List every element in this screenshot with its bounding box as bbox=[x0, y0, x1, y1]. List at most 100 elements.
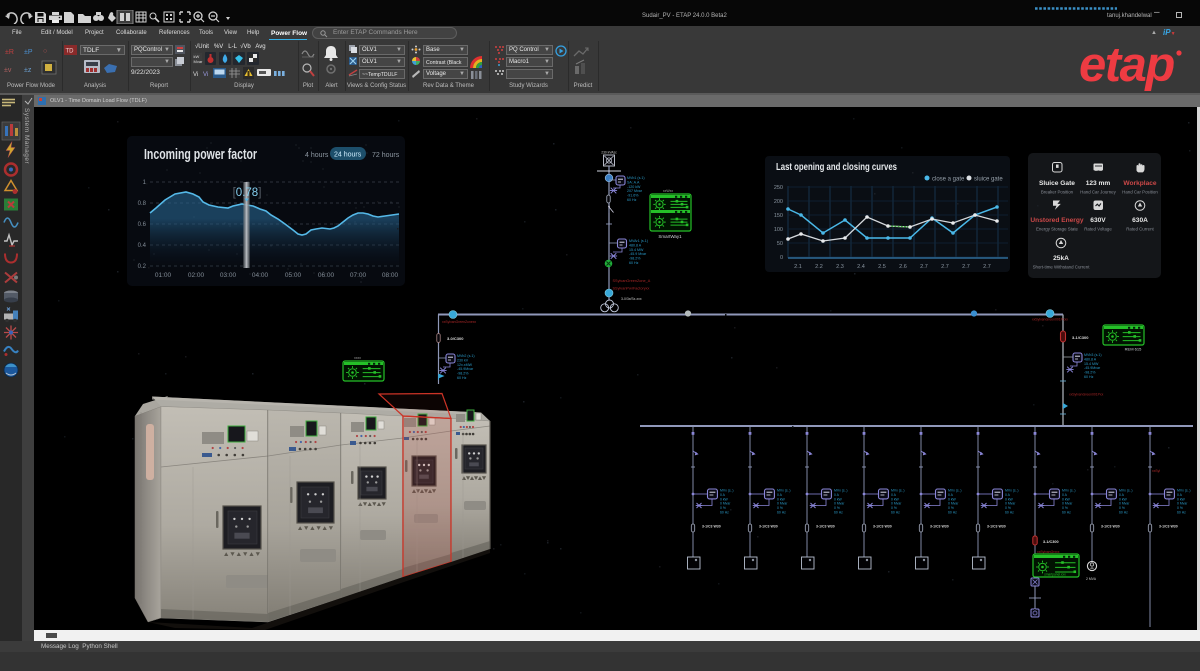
svg-text:0 A: 0 A bbox=[1177, 493, 1183, 497]
svg-text:2.7: 2.7 bbox=[983, 264, 991, 270]
svg-text:0.2: 0.2 bbox=[138, 264, 147, 270]
svg-text:3-1/C3 W30: 3-1/C3 W30 bbox=[873, 525, 892, 529]
svg-text:0 A: 0 A bbox=[720, 493, 726, 497]
svg-text:12x.xMW: 12x.xMW bbox=[457, 363, 473, 367]
svg-text:05:00: 05:00 bbox=[285, 272, 302, 279]
svg-text:0 A: 0 A bbox=[1005, 493, 1011, 497]
svg-text:-120 kW: -120 kW bbox=[627, 185, 641, 189]
svg-text:0 Mvar: 0 Mvar bbox=[777, 502, 788, 506]
svg-text:60 Hz: 60 Hz bbox=[1005, 511, 1014, 515]
svg-text:SmartWay1: SmartWay1 bbox=[658, 234, 682, 239]
svg-text:Rated Voltage: Rated Voltage bbox=[1084, 227, 1112, 232]
svg-text:sluice gate: sluice gate bbox=[974, 177, 1003, 183]
svg-text:Unstored Energy: Unstored Energy bbox=[1030, 217, 1083, 224]
svg-text:MVx (s..): MVx (s..) bbox=[891, 489, 905, 493]
svg-text:0 A: 0 A bbox=[1062, 493, 1068, 497]
svg-text:0 A: 0 A bbox=[1119, 493, 1125, 497]
svg-text:0 kW: 0 kW bbox=[1062, 497, 1071, 501]
svg-text:60 Hz: 60 Hz bbox=[834, 511, 843, 515]
svg-text:3-1/C3 W30: 3-1/C3 W30 bbox=[1101, 525, 1120, 529]
svg-text:24 hours: 24 hours bbox=[334, 152, 362, 159]
svg-text:250: 250 bbox=[774, 185, 783, 191]
svg-text:MVx (s..): MVx (s..) bbox=[777, 489, 791, 493]
svg-text:0 %: 0 % bbox=[1062, 506, 1068, 510]
svg-text:MVx (s..): MVx (s..) bbox=[720, 489, 734, 493]
svg-text:150: 150 bbox=[774, 213, 783, 219]
svg-text:15.4 MW: 15.4 MW bbox=[1084, 362, 1099, 366]
svg-text:xxSylvanGreen001Pxxx: xxSylvanGreen001Pxxx bbox=[1032, 318, 1068, 322]
svg-text:-45.9 Mvar: -45.9 Mvar bbox=[629, 252, 647, 256]
svg-text:0 %: 0 % bbox=[834, 506, 840, 510]
svg-text:0 A: 0 A bbox=[948, 493, 954, 497]
svg-text:480.8 A: 480.8 A bbox=[1084, 357, 1097, 361]
svg-text:Short-time Withstand Current: Short-time Withstand Current bbox=[1033, 265, 1091, 270]
svg-text:2.4: 2.4 bbox=[857, 264, 865, 270]
svg-text:03:00: 03:00 bbox=[220, 272, 237, 279]
svg-text:○: ○ bbox=[43, 48, 47, 55]
svg-text:3-1/C3 W30: 3-1/C3 W30 bbox=[816, 525, 835, 529]
svg-text:3-1/C300: 3-1/C300 bbox=[1072, 335, 1089, 340]
svg-text:MVb1 (s.1): MVb1 (s.1) bbox=[627, 176, 645, 180]
svg-text:SA: A.A: SA: A.A bbox=[627, 180, 640, 184]
svg-text:207 Mvar: 207 Mvar bbox=[627, 189, 643, 193]
svg-text:2.3: 2.3 bbox=[836, 264, 844, 270]
svg-text:08:00: 08:00 bbox=[382, 272, 399, 279]
svg-text:0 kW: 0 kW bbox=[1005, 497, 1014, 501]
svg-text:MVb2 (s.1): MVb2 (s.1) bbox=[457, 354, 475, 358]
svg-text:Mvar: Mvar bbox=[194, 59, 204, 64]
svg-text:close a gate: close a gate bbox=[932, 177, 965, 183]
svg-text:230 kVAsc: 230 kVAsc bbox=[601, 151, 617, 155]
svg-text:Last opening and closing curve: Last opening and closing curves bbox=[776, 161, 897, 173]
svg-text:2.7: 2.7 bbox=[962, 264, 970, 270]
svg-text:0 A: 0 A bbox=[777, 493, 783, 497]
svg-text:0 kW: 0 kW bbox=[1177, 497, 1186, 501]
svg-text:200: 200 bbox=[774, 199, 783, 205]
svg-text:[0.78]: [0.78] bbox=[233, 187, 262, 199]
svg-text:2.6: 2.6 bbox=[899, 264, 907, 270]
svg-text:60 Hz: 60 Hz bbox=[891, 511, 900, 515]
svg-text:-98.2%: -98.2% bbox=[457, 372, 469, 376]
svg-text:123 mm: 123 mm bbox=[1086, 180, 1111, 187]
svg-text:Hand Car Position: Hand Car Position bbox=[1122, 190, 1158, 195]
svg-text:MVAr1 (s.1): MVAr1 (s.1) bbox=[629, 239, 648, 243]
svg-text:0 %: 0 % bbox=[777, 506, 783, 510]
svg-text:60 Hz: 60 Hz bbox=[948, 511, 957, 515]
svg-text:0 A: 0 A bbox=[891, 493, 897, 497]
svg-text:25kA: 25kA bbox=[1053, 255, 1069, 262]
svg-text:-45.9Mvar: -45.9Mvar bbox=[1084, 366, 1101, 370]
svg-text:100: 100 bbox=[774, 227, 783, 233]
svg-text:60 Hz: 60 Hz bbox=[1177, 511, 1186, 515]
svg-text:60 Hz: 60 Hz bbox=[629, 261, 639, 265]
svg-text:Breaker Position: Breaker Position bbox=[1041, 190, 1074, 195]
svg-text:4 hours: 4 hours bbox=[305, 152, 329, 159]
svg-text:2.7: 2.7 bbox=[941, 264, 949, 270]
svg-text:Energy Storage State: Energy Storage State bbox=[1036, 227, 1079, 232]
svg-text:01:00: 01:00 bbox=[155, 272, 172, 279]
svg-text:60 Hz: 60 Hz bbox=[1062, 511, 1071, 515]
svg-text:0 Mvar: 0 Mvar bbox=[1005, 502, 1016, 506]
svg-text:2 MVA: 2 MVA bbox=[1086, 577, 1097, 581]
svg-text:0 kW: 0 kW bbox=[777, 497, 786, 501]
svg-text:Vi: Vi bbox=[193, 72, 198, 78]
svg-text:Workplace: Workplace bbox=[1123, 180, 1157, 187]
svg-text:3-1/C3 W30: 3-1/C3 W30 bbox=[759, 525, 778, 529]
svg-text:MVx (s..): MVx (s..) bbox=[948, 489, 962, 493]
svg-text:±R: ±R bbox=[5, 49, 14, 56]
svg-text:xxSylvanGreen001Pxx: xxSylvanGreen001Pxx bbox=[1069, 393, 1104, 397]
svg-text:Vi: Vi bbox=[203, 72, 208, 78]
svg-text:0 %: 0 % bbox=[1005, 506, 1011, 510]
svg-text:630A: 630A bbox=[1132, 217, 1148, 224]
svg-text:±P: ±P bbox=[24, 49, 33, 56]
svg-text:±v: ±v bbox=[4, 67, 12, 74]
svg-text:0 kW: 0 kW bbox=[1119, 497, 1128, 501]
svg-text:0.4: 0.4 bbox=[138, 243, 147, 249]
svg-text:0 kW: 0 kW bbox=[948, 497, 957, 501]
svg-text:60 Hz: 60 Hz bbox=[627, 198, 637, 202]
svg-text:0 Mvar: 0 Mvar bbox=[834, 502, 845, 506]
svg-text:0 Mvar: 0 Mvar bbox=[720, 502, 731, 506]
svg-text:-98.2%: -98.2% bbox=[1084, 371, 1096, 375]
svg-text:xxSylvanGreenZonexx: xxSylvanGreenZonexx bbox=[442, 320, 476, 324]
svg-text:06:00: 06:00 bbox=[318, 272, 335, 279]
svg-text:60 Hz: 60 Hz bbox=[1084, 375, 1094, 379]
svg-text:0 %: 0 % bbox=[948, 506, 954, 510]
